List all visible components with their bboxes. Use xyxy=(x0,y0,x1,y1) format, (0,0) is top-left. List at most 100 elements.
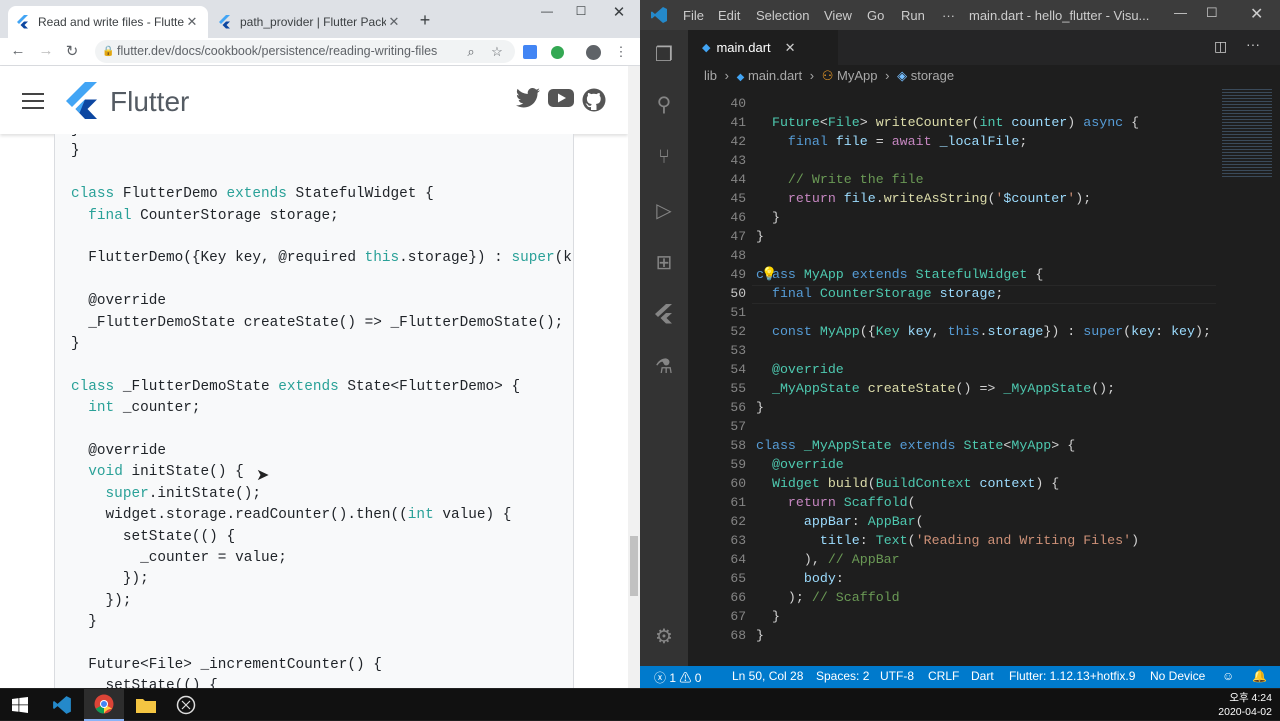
windows-start-icon[interactable] xyxy=(0,689,40,721)
page-scrollbar[interactable] xyxy=(628,66,640,688)
indentation[interactable]: Spaces: 2 xyxy=(816,669,869,683)
minimap[interactable] xyxy=(1218,87,1280,666)
new-tab-icon[interactable]: + xyxy=(415,10,435,31)
feedback-icon[interactable]: ☺ xyxy=(1222,669,1234,683)
vscode-taskbar-icon[interactable] xyxy=(42,689,82,721)
reload-icon[interactable]: ↻ xyxy=(62,42,82,60)
close-tab-icon[interactable]: ✕ xyxy=(386,14,402,30)
problems-indicator[interactable]: ⓧ 1 ⚠ 0 xyxy=(654,669,701,686)
line-ending[interactable]: CRLF xyxy=(928,669,959,683)
window-title: main.dart - hello_flutter - Visu... xyxy=(969,8,1150,23)
extension-icon[interactable] xyxy=(548,43,566,61)
flutter-icon[interactable] xyxy=(652,302,676,326)
tab-main-dart[interactable]: ◆ main.dart ✕ xyxy=(688,30,838,65)
back-icon[interactable]: ← xyxy=(8,42,28,59)
close-window-icon[interactable]: ✕ xyxy=(604,3,634,21)
code-token: StatefulWidget xyxy=(915,267,1028,282)
zoom-icon[interactable]: ⌕ xyxy=(462,43,480,61)
forward-icon[interactable]: → xyxy=(36,42,56,59)
github-icon[interactable] xyxy=(582,88,606,112)
encoding[interactable]: UTF-8 xyxy=(880,669,914,683)
menu-selection[interactable]: Selection xyxy=(756,8,809,23)
code-token: ({ xyxy=(859,324,876,339)
translate-icon[interactable] xyxy=(521,43,539,61)
language-mode[interactable]: Dart xyxy=(971,669,994,683)
code-token: Key xyxy=(875,324,900,339)
twitter-icon[interactable] xyxy=(516,87,540,110)
flutter-logo-icon[interactable] xyxy=(66,82,98,125)
bookmark-star-icon[interactable]: ☆ xyxy=(488,43,506,61)
source-control-icon[interactable]: ⑂ xyxy=(652,145,676,169)
explorer-icon[interactable]: ❐ xyxy=(652,42,676,66)
code-token: State xyxy=(963,438,1004,453)
maximize-icon[interactable]: ☐ xyxy=(566,4,596,18)
close-tab-icon[interactable]: ✕ xyxy=(785,40,796,56)
code-token: ) { xyxy=(1035,476,1060,491)
breadcrumb-field[interactable]: storage xyxy=(911,68,954,83)
line-number: 48 xyxy=(730,248,746,263)
code-token: MyApp xyxy=(803,267,844,282)
code-token: } xyxy=(756,628,764,643)
extensions-icon[interactable]: ⊞ xyxy=(652,250,676,274)
testing-icon[interactable]: ⚗ xyxy=(652,354,676,378)
code-token: setState(() { xyxy=(71,528,236,545)
code-token: MyApp xyxy=(1011,438,1052,453)
menu-edit[interactable]: Edit xyxy=(718,8,740,23)
notifications-bell-icon[interactable]: 🔔 xyxy=(1252,669,1267,683)
code-line: _MyAppState createState() => _MyAppState… xyxy=(756,381,1115,396)
scrollbar-thumb[interactable] xyxy=(630,536,638,596)
code-token: CounterStorage storage; xyxy=(131,207,339,224)
cursor-position[interactable]: Ln 50, Col 28 xyxy=(732,669,803,683)
chrome-menu-icon[interactable]: ⋮ xyxy=(612,43,630,61)
chrome-taskbar-icon[interactable] xyxy=(84,689,124,721)
vscode-window: File Edit Selection View Go Run ··· main… xyxy=(640,0,1280,688)
menu-run[interactable]: Run xyxy=(901,8,925,23)
minimap-content xyxy=(1222,87,1272,177)
code-editor[interactable]: Future<File> writeCounter (int counter) a… xyxy=(756,87,1216,666)
line-number: 66 xyxy=(730,590,746,605)
more-actions-icon[interactable]: ··· xyxy=(1246,36,1260,52)
app-taskbar-icon[interactable] xyxy=(166,689,206,721)
code-token: extends xyxy=(851,267,908,282)
run-debug-icon[interactable]: ▷ xyxy=(652,198,676,222)
breadcrumb-file[interactable]: main.dart xyxy=(748,68,802,83)
breadcrumb-folder[interactable]: lib xyxy=(704,68,717,83)
line-number: 68 xyxy=(730,628,746,643)
code-token: File xyxy=(827,115,860,130)
tab-path-provider[interactable]: path_provider | Flutter Package ✕ xyxy=(210,6,410,38)
minimize-icon[interactable]: — xyxy=(532,4,562,18)
code-line: return file.writeAsString('$counter'); xyxy=(756,191,1091,206)
breadcrumb-class[interactable]: MyApp xyxy=(837,68,877,83)
youtube-icon[interactable] xyxy=(548,88,574,110)
close-tab-icon[interactable]: ✕ xyxy=(184,14,200,30)
brand-name[interactable]: Flutter xyxy=(110,86,189,118)
tab-title: Read and write files - Flutter xyxy=(38,15,184,29)
menu-view[interactable]: View xyxy=(824,8,852,23)
settings-gear-icon[interactable]: ⚙ xyxy=(652,624,676,648)
tab-read-write-files[interactable]: Read and write files - Flutter ✕ xyxy=(8,6,208,38)
menu-file[interactable]: File xyxy=(683,8,704,23)
hamburger-menu-icon[interactable] xyxy=(22,93,44,114)
close-window-icon[interactable]: ✕ xyxy=(1250,4,1263,24)
flutter-version[interactable]: Flutter: 1.12.13+hotfix.9 xyxy=(1009,669,1135,683)
lightbulb-icon[interactable]: 💡 xyxy=(761,266,777,282)
search-icon[interactable]: ⚲ xyxy=(652,92,676,116)
minimize-icon[interactable]: — xyxy=(1174,5,1187,20)
split-editor-icon[interactable]: ◫ xyxy=(1214,38,1227,55)
profile-avatar-icon[interactable] xyxy=(584,43,602,61)
code-token: < xyxy=(819,115,828,130)
code-token: : xyxy=(1155,324,1172,339)
menu-go[interactable]: Go xyxy=(867,8,884,23)
device-selector[interactable]: No Device xyxy=(1150,669,1205,683)
file-explorer-icon[interactable] xyxy=(126,689,166,721)
maximize-icon[interactable]: ☐ xyxy=(1206,5,1218,21)
code-token: . xyxy=(979,324,988,339)
browser-window: Read and write files - Flutter ✕ path_pr… xyxy=(0,0,640,688)
menu-more[interactable]: ··· xyxy=(942,8,955,23)
system-clock[interactable]: 오후 4:24 2020-04-02 xyxy=(1218,691,1272,719)
address-bar[interactable]: 🔒 flutter.dev/docs/cookbook/persistence/… xyxy=(95,40,515,63)
code-line: } xyxy=(71,134,80,138)
code-token: writeAsString xyxy=(883,191,988,206)
